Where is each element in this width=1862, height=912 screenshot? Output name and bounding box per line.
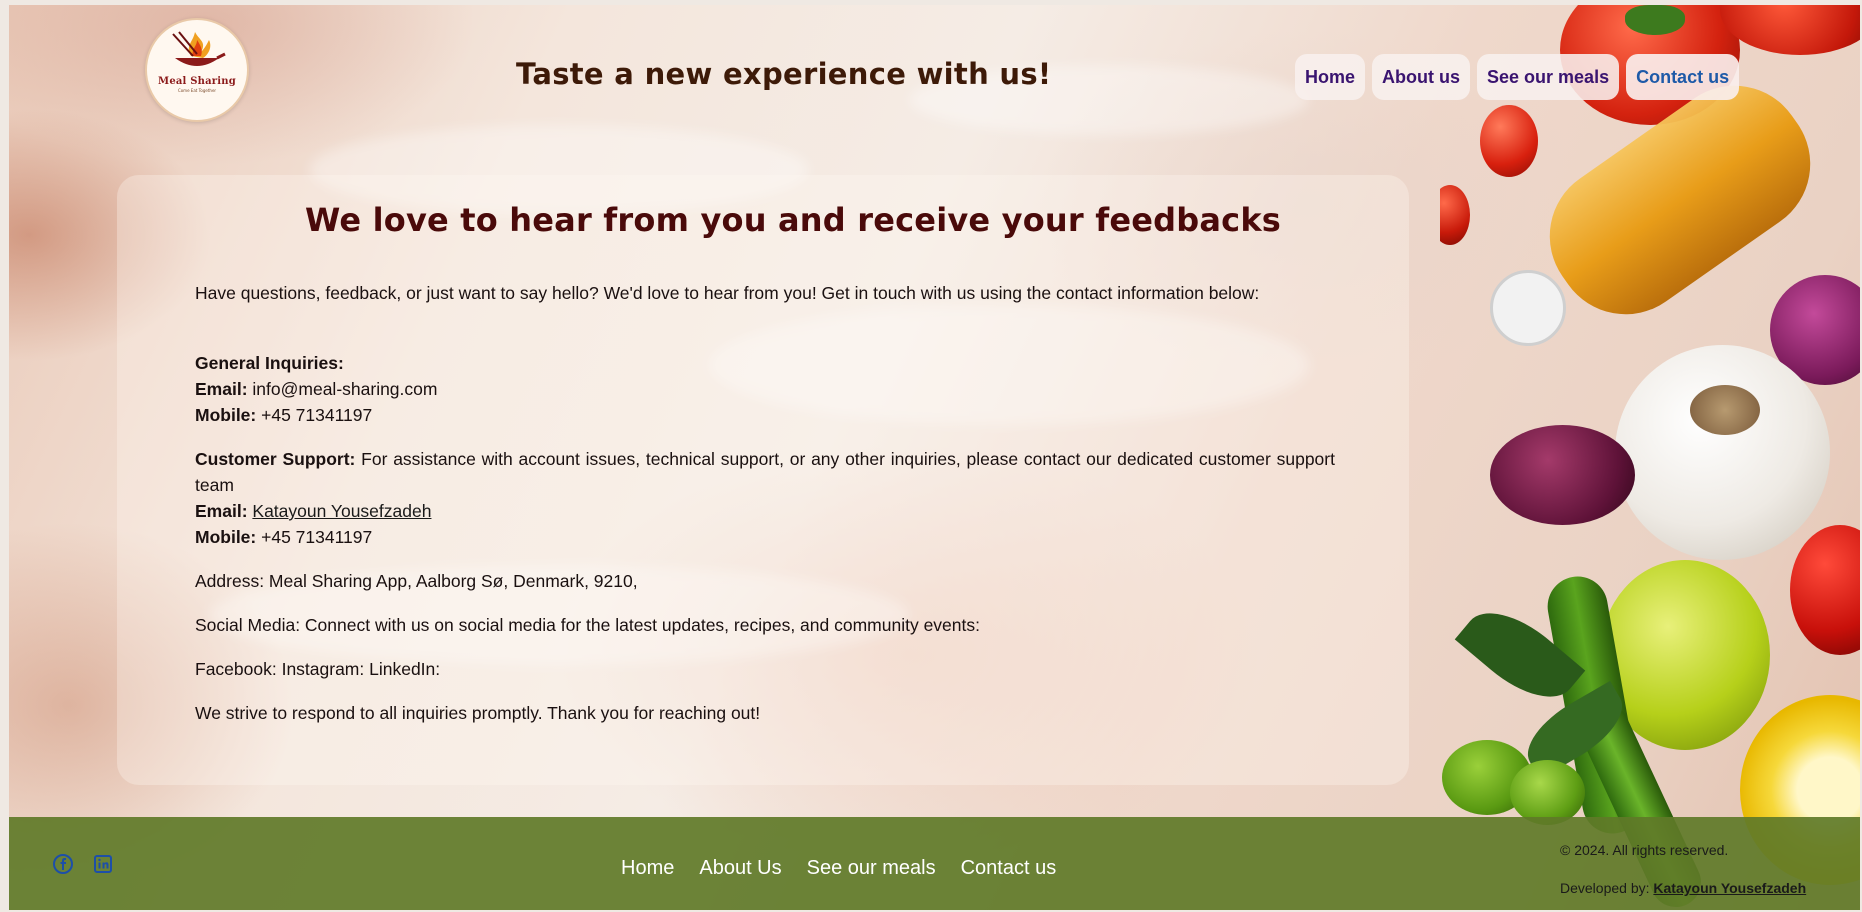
nav-about-us[interactable]: About us	[1372, 54, 1471, 100]
wok-flame-icon	[172, 31, 226, 66]
support-mobile-label: Mobile:	[195, 527, 257, 547]
logo-title: Meal Sharing	[158, 76, 236, 87]
footer-nav-home[interactable]: Home	[621, 857, 674, 880]
support-email-label: Email:	[195, 501, 248, 521]
nav-see-our-meals[interactable]: See our meals	[1477, 54, 1620, 100]
support-email-link[interactable]: Katayoun Yousefzadeh	[252, 501, 431, 521]
nav-contact-us[interactable]: Contact us	[1626, 54, 1740, 100]
footer-nav-about-us[interactable]: About Us	[699, 857, 781, 880]
closing-text: We strive to respond to all inquiries pr…	[195, 703, 761, 723]
footer-nav: Home About Us See our meals Contact us	[621, 857, 1056, 880]
vegetables-image	[1440, 5, 1860, 910]
linkedin-icon[interactable]	[93, 854, 113, 874]
customer-support-text: For assistance with account issues, tech…	[195, 449, 1335, 495]
developed-by: Developed by: Katayoun Yousefzadeh	[1560, 879, 1806, 897]
logo-subtitle: Come Eat Together	[177, 88, 217, 93]
general-mobile: Mobile: +45 71341197	[195, 402, 1335, 428]
page-title: We love to hear from you and receive you…	[305, 201, 1282, 239]
customer-support-title: Customer Support:	[195, 449, 356, 469]
general-email: Email: info@meal-sharing.com	[195, 376, 1335, 402]
general-mobile-value: +45 71341197	[261, 405, 373, 425]
footer-nav-contact-us[interactable]: Contact us	[961, 857, 1057, 880]
meal-sharing-logo[interactable]: Meal Sharing Come Eat Together	[145, 18, 249, 122]
social-media-text: Social Media: Connect with us on social …	[195, 615, 980, 635]
general-email-value: info@meal-sharing.com	[252, 379, 438, 399]
developed-by-label: Developed by:	[1560, 880, 1650, 896]
general-inquiries-title: General Inquiries:	[195, 353, 344, 373]
developer-link[interactable]: Katayoun Yousefzadeh	[1653, 880, 1806, 896]
intro-text: Have questions, feedback, or just want t…	[195, 283, 1260, 303]
general-inquiries: General Inquiries:	[195, 350, 1335, 376]
site-footer: Home About Us See our meals Contact us ©…	[9, 817, 1860, 910]
general-email-label: Email:	[195, 379, 248, 399]
page-background: Meal Sharing Come Eat Together Taste a n…	[9, 5, 1860, 910]
copyright-text: © 2024. All rights reserved.	[1560, 842, 1729, 858]
support-mobile-value: +45 71341197	[261, 527, 373, 547]
nav-home[interactable]: Home	[1295, 54, 1366, 100]
support-mobile: Mobile: +45 71341197	[195, 524, 1335, 550]
site-tagline: Taste a new experience with us!	[516, 57, 1052, 91]
facebook-icon[interactable]	[53, 854, 73, 874]
address-text: Address: Meal Sharing App, Aalborg Sø, D…	[195, 571, 638, 591]
main-nav: Home About us See our meals Contact us	[1295, 54, 1740, 100]
social-icons	[53, 854, 113, 874]
footer-nav-see-our-meals[interactable]: See our meals	[807, 857, 936, 880]
contact-content: Have questions, feedback, or just want t…	[195, 280, 1335, 726]
social-links-text: Facebook: Instagram: LinkedIn:	[195, 659, 441, 679]
general-mobile-label: Mobile:	[195, 405, 257, 425]
customer-support: Customer Support: For assistance with ac…	[195, 446, 1335, 498]
support-email: Email: Katayoun Yousefzadeh	[195, 498, 1335, 524]
